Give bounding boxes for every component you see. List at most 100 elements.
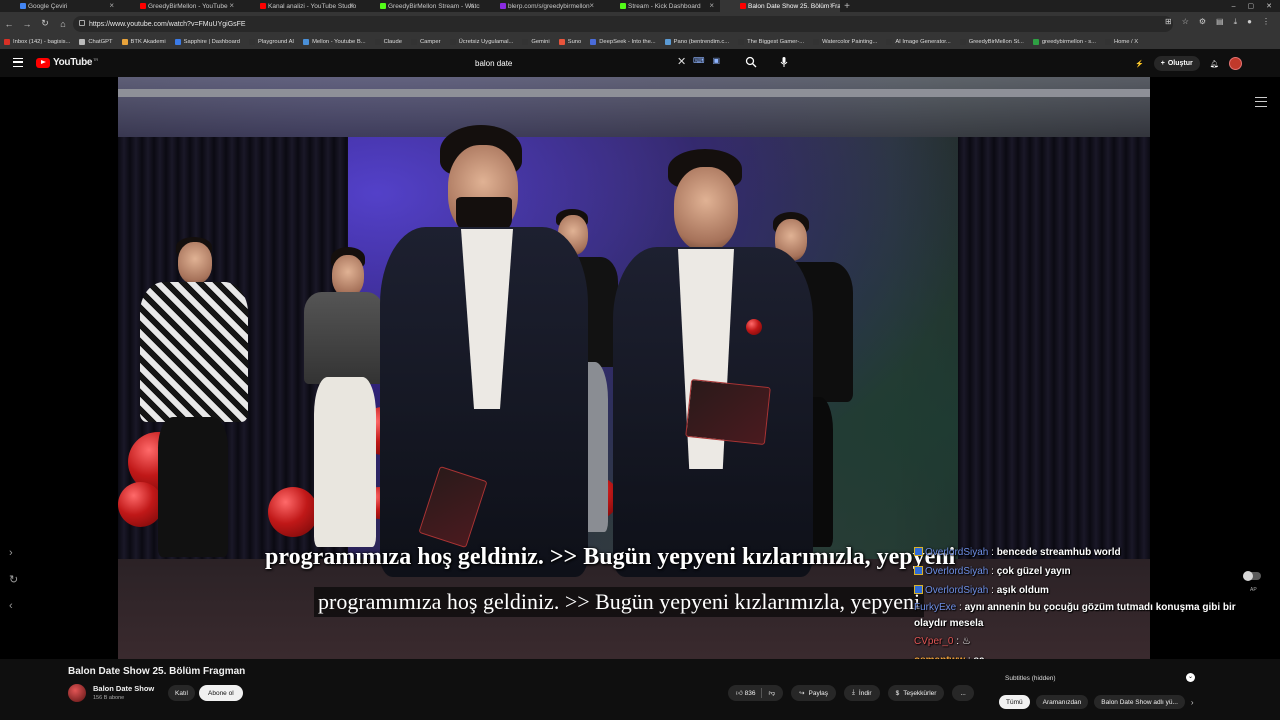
channel-name[interactable]: Balon Date Show [93,684,154,693]
install-app-icon[interactable]: ⊞ [1165,17,1172,27]
minimize-icon[interactable]: – [1232,3,1236,10]
bookmark-item[interactable]: Mellon - Youtube B... [303,39,366,45]
reload-icon[interactable]: ↻ [36,18,54,29]
super-thanks-icon: $ [895,689,900,697]
chevron-right-icon[interactable]: › [9,547,18,559]
live-chat-overlay: OverlordSiyah : bencede streamhub world … [914,543,1264,659]
bookmark-item[interactable]: Ücretsiz Uygulamal... [449,39,513,45]
bookmark-favicon-icon [959,39,966,45]
forward-icon[interactable]: → [18,19,36,29]
profile-icon[interactable]: ● [1247,17,1252,27]
thanks-button[interactable]: $ Teşekkürler [887,685,945,701]
like-button[interactable]: 👍︎ 836 [736,689,755,697]
browser-tab[interactable]: GreedyBirMellon Stream - Watch... × [360,0,480,12]
join-button[interactable]: Katıl [168,685,196,701]
bookmark-item[interactable]: Playground AI [248,39,294,45]
browser-tab[interactable]: Stream - Kick Dashboard × [600,0,720,12]
bookmark-item[interactable]: Watercolor Painting... [813,39,877,45]
tab-close-icon[interactable]: × [709,1,714,10]
site-info-icon[interactable] [79,20,85,26]
browser-tab[interactable]: GreedyBirMellon - YouTube × [120,0,240,12]
maximize-icon[interactable]: ▢ [1248,2,1255,10]
download-button[interactable]: ⤓ İndir [844,685,880,701]
toolbar-icons: ⊞ ☆ ⚙ ▤ ⤓ ● ⋮ [1165,17,1270,27]
back-icon[interactable]: ← [0,19,18,29]
bookmark-item[interactable]: greedybirmellon - s... [1032,39,1096,45]
side-panel-controls: › ↻ ‹ [9,547,18,612]
bookmark-item[interactable]: Pano (bentrendim.c... [664,39,729,45]
bookmark-item[interactable]: Claude [374,39,402,45]
bookmark-item[interactable]: Camper [410,39,441,45]
bookmark-favicon-icon [813,39,820,45]
subtitle-overlay: programımıza hoş geldiniz. >> Bugün yepy… [265,544,956,570]
more-horizontal-icon: ... [960,689,966,697]
search-icon[interactable] [745,56,757,68]
tab-close-icon[interactable]: × [109,1,114,10]
extensions-icon[interactable]: ⚙ [1199,17,1206,27]
player-menu-icon[interactable] [1255,97,1267,107]
chat-message: CVper_0 : ♨ [914,636,971,647]
bookmark-item[interactable]: Gemini [522,39,550,45]
chip-from-search[interactable]: Aramanızdan [1035,695,1089,709]
creator-icon[interactable]: ⚡ [1135,60,1144,68]
bookmark-favicon-icon [303,39,310,45]
notifications-bell-icon[interactable]: 🔔︎ [1210,60,1219,68]
account-avatar[interactable] [1228,57,1242,70]
keyboard-icon[interactable]: ⌨ [693,56,705,65]
bookmark-item[interactable]: Inbox (142) - bagisis... [4,39,70,45]
autoplay-toggle[interactable] [1243,571,1261,581]
bookmark-item[interactable]: Home / X [1104,39,1138,45]
chevron-left-icon[interactable]: ‹ [9,600,18,612]
bookmark-item[interactable]: DeepSeek - Into the... [590,39,656,45]
youtube-logo[interactable]: YouTube TR [36,57,98,68]
tab-close-icon[interactable]: × [349,1,354,10]
subtitles-panel-header[interactable]: Subtitles (hidden) ⌄ [999,672,1199,684]
subscribe-button[interactable]: Abone ol [199,685,243,701]
clear-search-icon[interactable]: ✕ [677,55,686,68]
masthead-actions: ⚡ + Oluştur 🔔︎ [1135,56,1242,71]
chevron-right-icon[interactable]: › [1191,698,1194,707]
bookmark-item[interactable]: Sapphire | Dashboard [174,39,240,45]
chip-all[interactable]: Tümü [999,695,1030,709]
chevron-down-icon[interactable]: ⌄ [1186,673,1195,682]
home-icon[interactable]: ⌂ [54,19,72,29]
autoplay-label: AP [1250,587,1257,593]
thumbs-up-icon: 👍︎ [736,690,743,697]
refresh-icon[interactable]: ↻ [9,573,18,586]
dislike-button[interactable]: 👎︎ [768,689,775,697]
tab-close-icon[interactable]: × [589,1,594,10]
browser-menu-icon[interactable]: ⋮ [1262,17,1270,27]
close-window-icon[interactable]: ✕ [1266,2,1272,10]
guide-menu-icon[interactable] [13,58,23,67]
microphone-icon[interactable] [778,56,790,68]
new-tab-icon[interactable]: + [840,1,854,12]
tab-close-icon[interactable]: × [229,1,234,10]
bookmark-item[interactable]: The Biggest Gamer-... [738,39,804,45]
bookmark-item[interactable]: BTK Akademi [121,39,166,45]
channel-avatar[interactable] [68,684,86,702]
studio-ceiling [118,77,1150,137]
create-button[interactable]: + Oluştur [1153,56,1200,71]
chip-channel[interactable]: Balon Date Show adlı yü... [1094,695,1185,709]
bookmark-item[interactable]: ChatGPT [79,39,113,45]
video-player[interactable]: › ↻ ‹ programımıza hoş geldiniz. >> Bugü… [0,77,1280,659]
tab-close-icon[interactable]: × [829,1,834,10]
bookmark-favicon-icon [449,39,456,45]
translate-icon[interactable]: ▣ [713,56,721,65]
share-button[interactable]: ↪ Paylaş [791,685,837,701]
bookmark-item[interactable]: Suno [558,39,581,45]
browser-tab[interactable]: Kanal analizi - YouTube Studio × [240,0,360,12]
more-actions-button[interactable]: ... [952,685,974,701]
bookmark-item[interactable]: AI Image Generator... [886,39,951,45]
address-bar[interactable]: https://www.youtube.com/watch?v=FMuUYgiG… [73,16,1173,32]
sidebar-icon[interactable]: ▤ [1216,17,1224,27]
bookmark-label: DeepSeek - Into the... [599,39,656,45]
browser-tab[interactable]: blerp.com/s/greedybirmellon × [480,0,600,12]
bookmark-star-icon[interactable]: ☆ [1182,17,1189,27]
browser-tab[interactable]: Balon Date Show 25. Bölüm Frag... × [720,0,840,12]
tab-label: Kanal analizi - YouTube Studio [268,2,357,10]
browser-tab[interactable]: Google Çeviri × [0,0,120,12]
downloads-icon[interactable]: ⤓ [1234,17,1238,27]
tab-close-icon[interactable]: × [469,1,474,10]
bookmark-item[interactable]: GreedyBirMellon St... [959,39,1024,45]
